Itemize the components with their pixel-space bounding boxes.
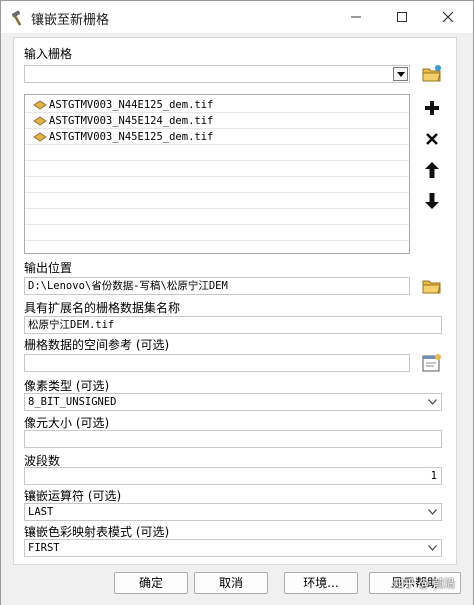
colormap-mode-value: FIRST (28, 542, 60, 554)
list-item-label: ASTGTMV003_N44E125_dem.tif (49, 99, 214, 111)
list-empty-row (25, 161, 409, 177)
close-button[interactable] (425, 1, 471, 33)
environments-button[interactable]: 环境... (284, 572, 358, 594)
ok-button[interactable]: 确定 (114, 572, 188, 594)
list-item-label: ASTGTMV003_N45E125_dem.tif (49, 131, 214, 143)
browse-folder-icon[interactable] (421, 275, 443, 297)
hammer-icon (11, 10, 22, 26)
list-item[interactable]: ASTGTMV003_N45E125_dem.tif (25, 129, 409, 145)
remove-item-button[interactable] (421, 128, 443, 150)
output-location-input[interactable]: D:\Lenovo\省份数据-写稿\松原宁江DEM (24, 277, 410, 295)
spatial-reference-label: 栅格数据的空间参考 (可选) (24, 338, 170, 352)
raster-layer-icon (33, 100, 47, 110)
window-title: 镶嵌至新栅格 (31, 13, 110, 28)
chevron-down-icon (428, 399, 437, 405)
cellsize-label: 像元大小 (可选) (24, 416, 110, 430)
output-location-label: 输出位置 (24, 261, 73, 275)
arrow-down-icon (425, 193, 439, 209)
pixel-type-label: 像素类型 (可选) (24, 379, 110, 393)
raster-layer-icon (33, 116, 47, 126)
mosaic-operator-value: LAST (28, 506, 54, 518)
output-name-input[interactable]: 松原宁江DEM.tif (24, 316, 442, 334)
cancel-button[interactable]: 取消 (194, 572, 268, 594)
close-icon (426, 133, 438, 145)
minimize-button[interactable] (333, 1, 379, 33)
maximize-icon (397, 12, 407, 22)
colormap-mode-dropdown[interactable] (425, 541, 440, 555)
mosaic-operator-label: 镶嵌运算符 (可选) (24, 489, 122, 503)
raster-layer-icon (33, 132, 47, 142)
plus-icon (425, 101, 439, 115)
list-empty-row (25, 177, 409, 193)
output-name-label: 具有扩展名的栅格数据集名称 (24, 301, 181, 315)
close-icon (442, 11, 454, 23)
spatial-reference-input[interactable] (24, 354, 410, 372)
list-item[interactable]: ASTGTMV003_N45E124_dem.tif (25, 113, 409, 129)
watermark: 知乎 @ 前沿 (393, 577, 455, 590)
input-rasters-label: 输入栅格 (24, 47, 73, 61)
mosaic-operator-dropdown[interactable] (425, 505, 440, 519)
chevron-down-icon (396, 71, 405, 77)
move-up-button[interactable] (421, 159, 443, 181)
dialog-window: 镶嵌至新栅格 输入栅格 ASTGTMV003_N44E125_dem.tif A… (0, 0, 474, 605)
minimize-icon (351, 16, 361, 18)
pixel-type-value: 8_BIT_UNSIGNED (28, 396, 117, 408)
pixel-type-dropdown[interactable] (425, 395, 440, 409)
title-bar[interactable]: 镶嵌至新栅格 (1, 1, 473, 33)
colormap-mode-select[interactable]: FIRST (24, 539, 442, 557)
maximize-button[interactable] (379, 1, 425, 33)
input-rasters-list[interactable]: ASTGTMV003_N44E125_dem.tif ASTGTMV003_N4… (24, 94, 410, 254)
arrow-up-icon (425, 162, 439, 178)
spatial-reference-properties-icon[interactable] (421, 352, 443, 374)
chevron-down-icon (428, 545, 437, 551)
bands-input[interactable]: 1 (24, 467, 442, 485)
move-down-button[interactable] (421, 190, 443, 212)
mosaic-operator-select[interactable]: LAST (24, 503, 442, 521)
list-empty-row (25, 145, 409, 161)
browse-folder-icon[interactable] (421, 63, 443, 85)
list-item[interactable]: ASTGTMV003_N44E125_dem.tif (25, 97, 409, 113)
list-empty-row (25, 193, 409, 209)
pixel-type-select[interactable]: 8_BIT_UNSIGNED (24, 393, 442, 411)
list-empty-row (25, 225, 409, 241)
chevron-down-icon (428, 509, 437, 515)
input-rasters-dropdown[interactable] (393, 67, 408, 81)
cellsize-input[interactable] (24, 430, 442, 448)
panel-scrollbar[interactable] (459, 37, 467, 565)
add-item-button[interactable] (421, 97, 443, 119)
list-empty-row (25, 209, 409, 225)
list-item-label: ASTGTMV003_N45E124_dem.tif (49, 115, 214, 127)
input-rasters-combo[interactable] (24, 65, 410, 83)
colormap-mode-label: 镶嵌色彩映射表模式 (可选) (24, 525, 170, 539)
